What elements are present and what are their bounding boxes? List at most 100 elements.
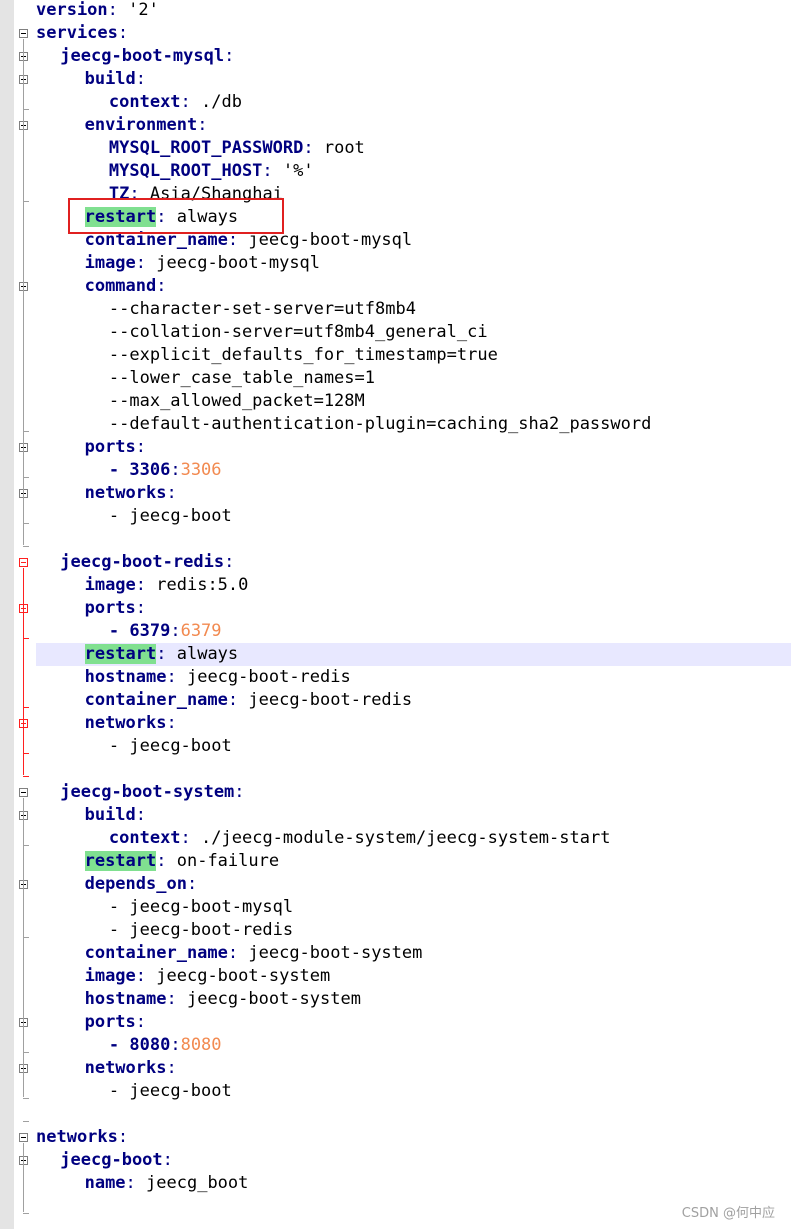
colon: : bbox=[224, 46, 235, 66]
colon: : bbox=[135, 69, 147, 89]
code-line[interactable]: build: bbox=[36, 804, 791, 827]
yaml-key: context bbox=[108, 828, 181, 848]
yaml-key: image bbox=[84, 253, 136, 273]
colon: : bbox=[135, 437, 147, 457]
code-line[interactable]: --collation-server=utf8mb4_general_ci bbox=[36, 321, 791, 344]
code-line-content: jeecg-boot-system: bbox=[60, 782, 244, 802]
colon: : bbox=[156, 644, 177, 664]
code-line[interactable]: context: ./jeecg-module-system/jeecg-sys… bbox=[36, 827, 791, 850]
code-line[interactable]: name: jeecg_boot bbox=[36, 1172, 791, 1195]
code-line[interactable]: networks: bbox=[36, 1126, 791, 1149]
code-line-content: hostname: jeecg-boot-system bbox=[85, 989, 361, 1009]
code-line[interactable]: networks: bbox=[36, 482, 791, 505]
code-line[interactable]: - jeecg-boot bbox=[36, 505, 791, 528]
code-editor[interactable]: version: '2' services: jeecg-boot-mysql: bu… bbox=[0, 0, 791, 1229]
code-line[interactable]: image: redis:5.0 bbox=[36, 574, 791, 597]
code-text: --explicit_defaults_for_timestamp=true bbox=[108, 345, 498, 365]
code-line[interactable]: --character-set-server=utf8mb4 bbox=[36, 298, 791, 321]
colon: : bbox=[162, 1150, 173, 1170]
colon: : bbox=[135, 575, 157, 595]
code-line[interactable]: hostname: jeecg-boot-redis bbox=[36, 666, 791, 689]
code-line[interactable]: - jeecg-boot-redis bbox=[36, 919, 791, 942]
colon: : bbox=[170, 1035, 181, 1055]
code-line[interactable] bbox=[36, 1103, 791, 1126]
code-line[interactable]: hostname: jeecg-boot-system bbox=[36, 988, 791, 1011]
yaml-key: jeecg-boot-mysql bbox=[60, 46, 225, 66]
code-line[interactable]: --default-authentication-plugin=caching_… bbox=[36, 413, 791, 436]
yaml-key: environment bbox=[84, 115, 198, 135]
code-line[interactable]: container_name: jeecg-boot-redis bbox=[36, 689, 791, 712]
code-line[interactable]: networks: bbox=[36, 712, 791, 735]
code-line[interactable]: - 6379:6379 bbox=[36, 620, 791, 643]
code-line[interactable]: jeecg-boot: bbox=[36, 1149, 791, 1172]
code-line[interactable]: jeecg-boot-system: bbox=[36, 781, 791, 804]
yaml-key: command bbox=[84, 276, 157, 296]
code-line[interactable] bbox=[36, 528, 791, 551]
list-dash: - bbox=[108, 506, 130, 526]
yaml-key: networks bbox=[84, 1058, 167, 1078]
code-line-content: build: bbox=[85, 805, 146, 825]
code-line[interactable]: MYSQL_ROOT_HOST: '%' bbox=[36, 160, 791, 183]
code-line[interactable]: networks: bbox=[36, 1057, 791, 1080]
yaml-key: image bbox=[84, 575, 136, 595]
code-line[interactable]: - jeecg-boot bbox=[36, 735, 791, 758]
code-line[interactable]: command: bbox=[36, 275, 791, 298]
code-line[interactable]: restart: on-failure bbox=[36, 850, 791, 873]
yaml-key: ports bbox=[84, 598, 136, 618]
code-line[interactable]: ports: bbox=[36, 1011, 791, 1034]
colon: : bbox=[135, 966, 157, 986]
code-line[interactable]: jeecg-boot-mysql: bbox=[36, 45, 791, 68]
list-dash: - bbox=[108, 920, 130, 940]
list-value: jeecg-boot bbox=[129, 1081, 232, 1101]
colon: : bbox=[170, 460, 181, 480]
code-line[interactable]: - 3306:3306 bbox=[36, 459, 791, 482]
code-line-content: environment: bbox=[85, 115, 208, 135]
code-line-content: container_name: jeecg-boot-redis bbox=[85, 690, 413, 710]
yaml-key: container_name bbox=[84, 690, 228, 710]
code-line[interactable]: image: jeecg-boot-mysql bbox=[36, 252, 791, 275]
yaml-key: version bbox=[36, 0, 108, 20]
yaml-key: networks bbox=[84, 713, 167, 733]
code-text: --collation-server=utf8mb4_general_ci bbox=[108, 322, 488, 342]
code-line[interactable]: context: ./db bbox=[36, 91, 791, 114]
yaml-key: services bbox=[36, 23, 118, 43]
code-line[interactable]: --max_allowed_packet=128M bbox=[36, 390, 791, 413]
code-line-content: ports: bbox=[85, 1012, 146, 1032]
yaml-key: hostname bbox=[84, 667, 167, 687]
list-dash: - bbox=[108, 1081, 130, 1101]
code-line-content: - jeecg-boot-redis bbox=[109, 920, 293, 940]
code-line[interactable]: services: bbox=[36, 22, 791, 45]
colon: : bbox=[156, 276, 167, 296]
code-line[interactable]: - 8080:8080 bbox=[36, 1034, 791, 1057]
code-line[interactable] bbox=[36, 758, 791, 781]
code-line[interactable]: jeecg-boot-redis: bbox=[36, 551, 791, 574]
code-line[interactable]: version: '2' bbox=[36, 0, 791, 22]
code-line-content: jeecg-boot: bbox=[60, 1150, 173, 1170]
code-line[interactable]: build: bbox=[36, 68, 791, 91]
yaml-value: root bbox=[323, 138, 365, 158]
code-line[interactable]: image: jeecg-boot-system bbox=[36, 965, 791, 988]
code-line[interactable]: --explicit_defaults_for_timestamp=true bbox=[36, 344, 791, 367]
code-line-content: - jeecg-boot bbox=[109, 736, 232, 756]
colon: : bbox=[262, 161, 283, 181]
port-host: 6379 bbox=[129, 621, 171, 641]
code-line[interactable]: ports: bbox=[36, 597, 791, 620]
yaml-key: MYSQL_ROOT_HOST bbox=[108, 161, 263, 181]
annotation-highlight-box bbox=[68, 198, 284, 234]
code-line[interactable]: depends_on: bbox=[36, 873, 791, 896]
code-line-content: context: ./jeecg-module-system/jeecg-sys… bbox=[109, 828, 611, 848]
code-line[interactable]: ports: bbox=[36, 436, 791, 459]
code-line[interactable]: --lower_case_table_names=1 bbox=[36, 367, 791, 390]
code-line[interactable]: MYSQL_ROOT_PASSWORD: root bbox=[36, 137, 791, 160]
colon: : bbox=[227, 690, 249, 710]
code-line[interactable]: container_name: jeecg-boot-system bbox=[36, 942, 791, 965]
code-line[interactable]: - jeecg-boot bbox=[36, 1080, 791, 1103]
colon: : bbox=[117, 23, 129, 43]
code-line-content: image: redis:5.0 bbox=[85, 575, 249, 595]
code-line[interactable]: restart: always bbox=[36, 643, 791, 666]
code-line[interactable]: - jeecg-boot-mysql bbox=[36, 896, 791, 919]
code-line-content: --default-authentication-plugin=caching_… bbox=[109, 414, 651, 434]
yaml-value: jeecg-boot-system bbox=[248, 943, 423, 963]
code-line[interactable]: environment: bbox=[36, 114, 791, 137]
code-line-content: --max_allowed_packet=128M bbox=[109, 391, 365, 411]
